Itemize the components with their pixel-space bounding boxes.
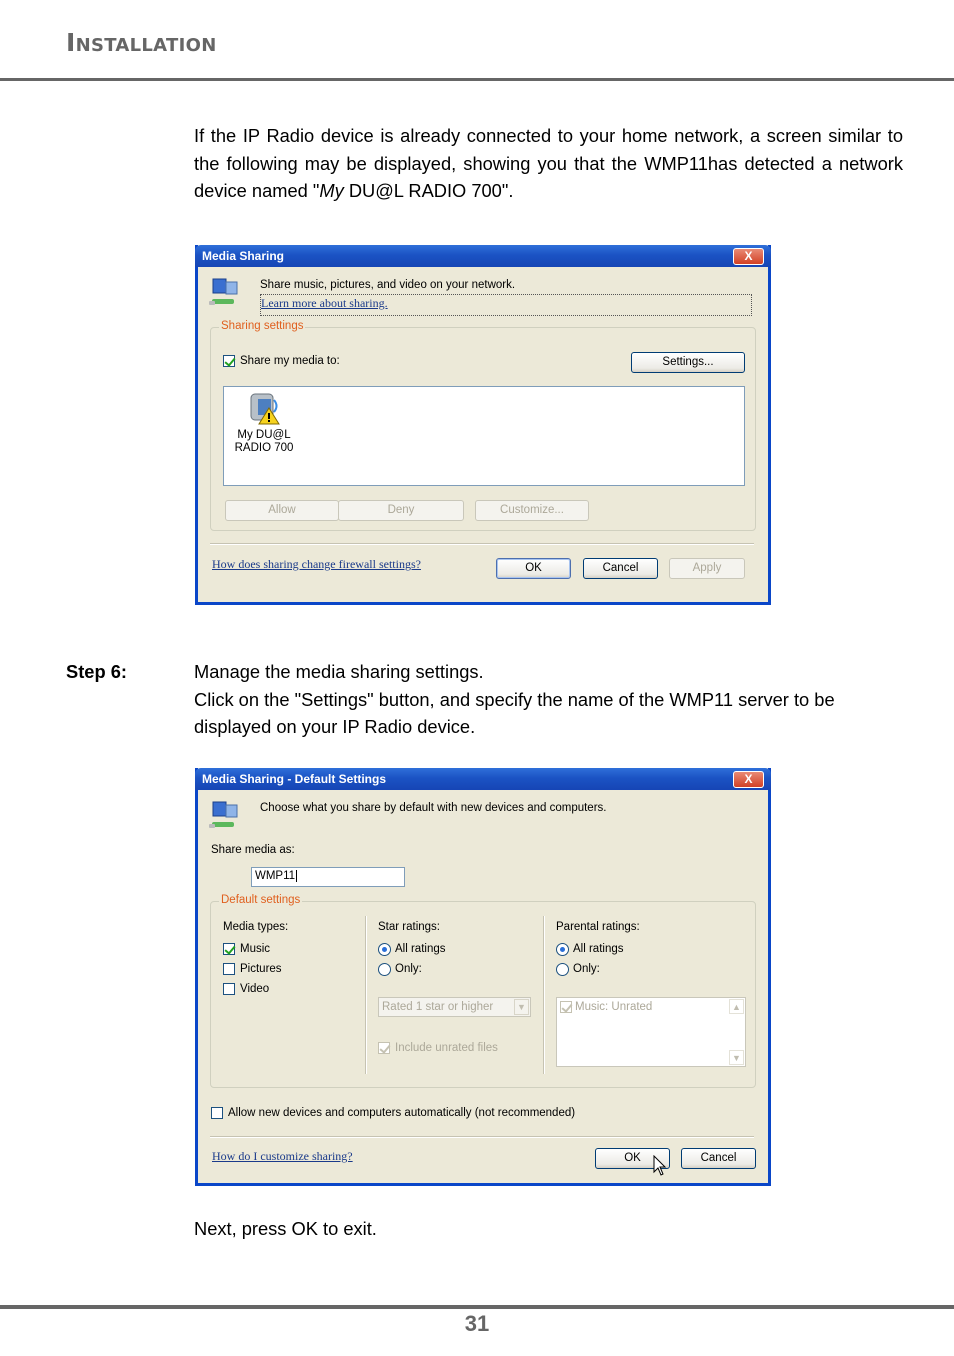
intro-text-italic: My (319, 180, 344, 201)
dialog-description: Share music, pictures, and video on your… (260, 279, 516, 291)
pictures-checkbox[interactable] (223, 963, 235, 975)
customize-sharing-link[interactable]: How do I customize sharing? (212, 1149, 353, 1164)
firewall-settings-link[interactable]: How does sharing change firewall setting… (212, 557, 421, 572)
dialog-title: Media Sharing (202, 249, 285, 263)
allow-auto-label: Allow new devices and computers automati… (228, 1107, 576, 1119)
separator (210, 543, 754, 545)
title-bar: Media Sharing - Default Settings X (195, 768, 771, 790)
sharing-settings-legend: Sharing settings (219, 320, 306, 332)
video-label: Video (240, 983, 270, 995)
star-only-label: Only: (395, 963, 422, 975)
device-item[interactable]: My DU@L RADIO 700 (234, 391, 294, 461)
step-line1: Manage the media sharing settings. (194, 661, 484, 682)
step-label: Step 6: (66, 661, 127, 682)
star-all-ratings-label: All ratings (395, 943, 446, 955)
default-settings-legend: Default settings (219, 894, 303, 906)
page-title: Installation (66, 28, 217, 57)
media-types-label: Media types: (223, 921, 289, 933)
device-list: My DU@L RADIO 700 (223, 386, 745, 486)
mouse-pointer-icon (653, 1155, 667, 1176)
star-rating-combo-value: Rated 1 star or higher (382, 1001, 494, 1013)
ok-button[interactable]: OK (496, 558, 571, 579)
device-name: My DU@L RADIO 700 (234, 429, 294, 455)
parental-ratings-list[interactable]: Music: Unrated ▲ ▼ (556, 997, 746, 1067)
header-rule (0, 78, 954, 81)
media-device-warning-icon (250, 393, 280, 425)
apply-button[interactable]: Apply (669, 558, 745, 579)
include-unrated-checkbox[interactable] (378, 1042, 390, 1054)
chevron-down-icon: ▼ (514, 999, 529, 1015)
music-unrated-checkbox[interactable] (560, 1001, 572, 1013)
device-name-line2: RADIO 700 (234, 442, 294, 454)
column-separator (543, 916, 545, 1074)
music-label: Music (240, 943, 271, 955)
include-unrated-label: Include unrated files (395, 1042, 498, 1054)
parental-all-ratings-radio[interactable] (556, 943, 569, 956)
intro-text-before: If the IP Radio device is already connec… (194, 125, 903, 201)
dialog-description: Choose what you share by default with ne… (260, 802, 607, 814)
share-media-checkbox[interactable] (223, 355, 235, 367)
video-checkbox[interactable] (223, 983, 235, 995)
pictures-label: Pictures (240, 963, 282, 975)
dialog-title: Media Sharing - Default Settings (202, 772, 387, 786)
share-media-label: Share my media to: (240, 355, 340, 367)
step-line2: Click on the "Settings" button, and spec… (194, 688, 835, 738)
media-sharing-dialog: Media Sharing X Share music, pictures, a… (195, 245, 771, 605)
scroll-down-icon[interactable]: ▼ (729, 1050, 744, 1065)
outro-text: Next, press OK to exit. (194, 1218, 377, 1239)
cancel-button[interactable]: Cancel (681, 1148, 756, 1169)
separator (210, 1136, 754, 1138)
close-button[interactable]: X (733, 771, 764, 788)
allow-button[interactable]: Allow (225, 500, 339, 521)
star-only-radio[interactable] (378, 963, 391, 976)
music-unrated-label: Music: Unrated (575, 1001, 653, 1013)
share-as-label: Share media as: (211, 844, 295, 856)
customize-button[interactable]: Customize... (475, 500, 589, 521)
share-as-value: WMP11 (255, 870, 296, 882)
network-sharing-icon (209, 278, 238, 305)
footer-rule (0, 1305, 954, 1309)
music-checkbox[interactable] (223, 943, 235, 955)
column-separator (365, 916, 367, 1074)
parental-only-label: Only: (573, 963, 600, 975)
device-name-line1: My DU@L (237, 429, 291, 441)
title-bar: Media Sharing X (195, 245, 771, 267)
learn-more-link[interactable]: Learn more about sharing. (261, 296, 388, 311)
scroll-up-icon[interactable]: ▲ (729, 999, 744, 1014)
allow-auto-checkbox[interactable] (211, 1107, 223, 1119)
text-cursor (296, 870, 298, 882)
network-sharing-icon (209, 801, 238, 828)
deny-button[interactable]: Deny (338, 500, 464, 521)
intro-paragraph: If the IP Radio device is already connec… (194, 122, 903, 205)
parental-all-ratings-label: All ratings (573, 943, 624, 955)
star-rating-combo[interactable]: Rated 1 star or higher ▼ (378, 997, 531, 1017)
intro-text-after: DU@L RADIO 700". (343, 180, 514, 201)
page-number: 31 (464, 1311, 490, 1336)
cancel-button[interactable]: Cancel (583, 558, 658, 579)
star-ratings-label: Star ratings: (378, 921, 440, 933)
parental-only-radio[interactable] (556, 963, 569, 976)
share-as-input[interactable]: WMP11 (251, 867, 405, 887)
default-settings-dialog: Media Sharing - Default Settings X Choos… (195, 768, 771, 1186)
step-description: Manage the media sharing settings. Click… (194, 658, 903, 741)
star-all-ratings-radio[interactable] (378, 943, 391, 956)
parental-ratings-label: Parental ratings: (556, 921, 640, 933)
settings-button[interactable]: Settings... (631, 352, 745, 373)
close-button[interactable]: X (733, 248, 764, 265)
